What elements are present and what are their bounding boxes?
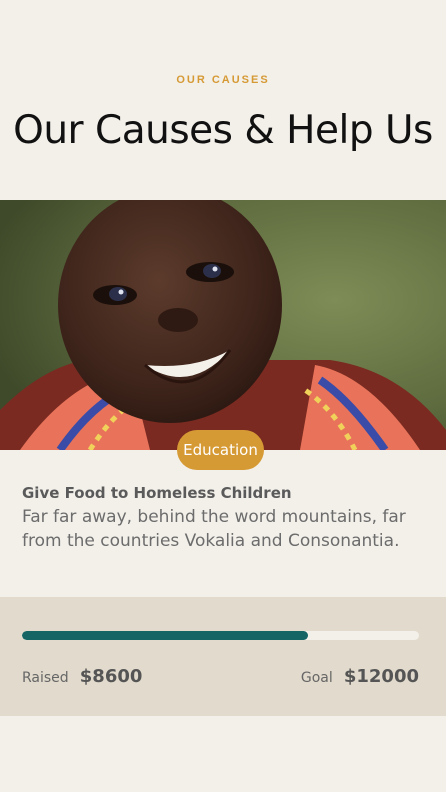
raised-amount: $8600 [79,666,143,687]
donation-progress-panel: Raised $8600 Goal $12000 [0,597,446,716]
raised-stat: Raised $8600 [22,666,142,687]
cause-title[interactable]: Give Food to Homeless Children [22,484,422,502]
section-title: Our Causes & Help Us [13,108,433,153]
category-badge[interactable]: Education [177,430,264,470]
goal-label: Goal [300,670,333,686]
section-eyebrow: OUR CAUSES [176,74,270,86]
raised-label: Raised [22,670,69,686]
progress-track [22,631,419,640]
progress-fill [22,631,308,640]
goal-stat: Goal $12000 [301,666,419,687]
goal-amount: $12000 [343,666,419,687]
cause-description: Far far away, behind the word mountains,… [22,507,406,551]
cause-photo [0,200,446,450]
